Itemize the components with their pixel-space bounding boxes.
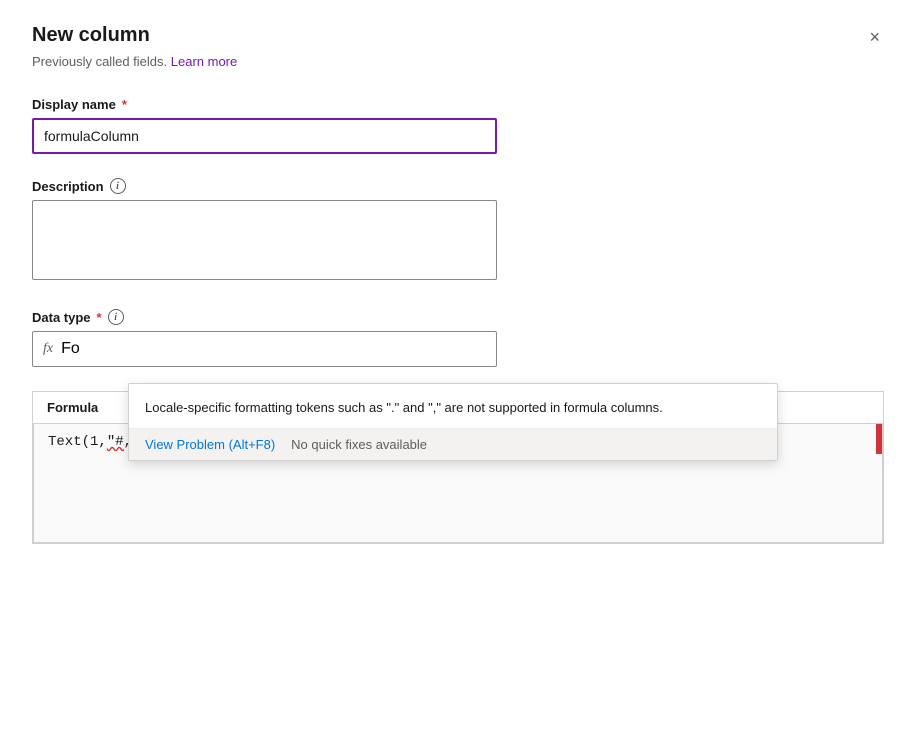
new-column-dialog: New column × Previously called fields. L… — [0, 0, 916, 752]
tooltip-message: Locale-specific formatting tokens such a… — [129, 384, 777, 429]
close-button[interactable]: × — [865, 24, 884, 50]
data-type-required-star: * — [97, 310, 102, 325]
data-type-info-icon[interactable]: i — [108, 309, 124, 325]
data-type-wrapper[interactable]: fx Fo — [32, 331, 497, 367]
tooltip-actions: View Problem (Alt+F8) No quick fixes ava… — [129, 429, 777, 460]
dialog-title: New column — [32, 24, 150, 47]
error-indicator-bar — [876, 424, 882, 454]
subtitle-text: Previously called fields. — [32, 54, 167, 69]
dialog-header: New column × — [32, 24, 884, 50]
description-input[interactable] — [32, 200, 497, 280]
display-name-field: Display name * — [32, 97, 884, 154]
required-star: * — [122, 97, 127, 112]
view-problem-button[interactable]: View Problem (Alt+F8) — [145, 437, 275, 452]
display-name-input[interactable] — [32, 118, 497, 154]
data-type-field: Data type * i fx Fo — [32, 309, 884, 367]
description-field: Description i — [32, 178, 884, 285]
tooltip-box: Locale-specific formatting tokens such a… — [128, 383, 778, 461]
no-fixes-label: No quick fixes available — [291, 437, 427, 452]
description-info-icon[interactable]: i — [110, 178, 126, 194]
data-type-label: Data type * i — [32, 309, 884, 325]
description-label: Description i — [32, 178, 884, 194]
data-type-value: Fo — [61, 340, 80, 358]
formula-text-prefix: Text(1, — [48, 434, 107, 450]
dialog-subtitle: Previously called fields. Learn more — [32, 54, 884, 69]
formula-section: Formula Locale-specific formatting token… — [32, 391, 884, 544]
display-name-label: Display name * — [32, 97, 884, 112]
fx-icon: fx — [43, 341, 53, 357]
learn-more-link[interactable]: Learn more — [171, 54, 237, 69]
